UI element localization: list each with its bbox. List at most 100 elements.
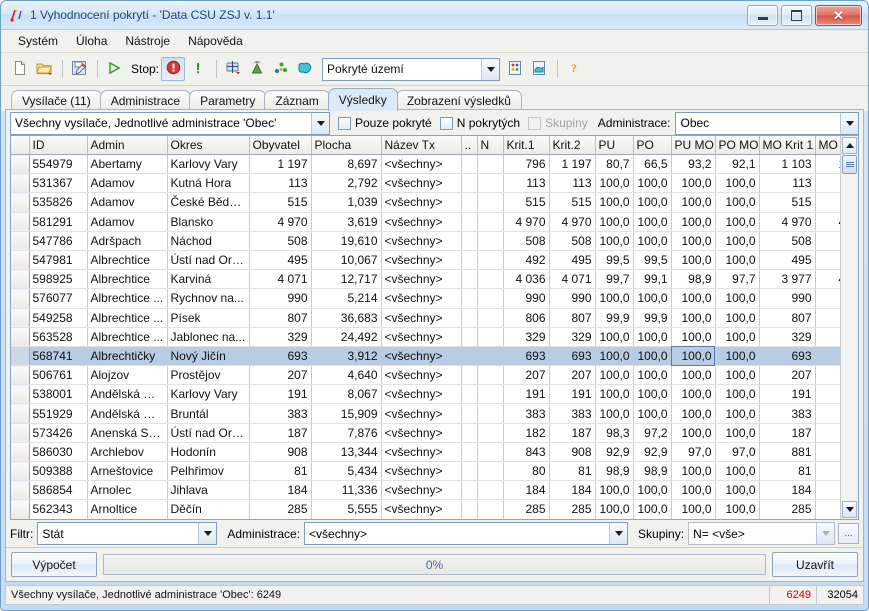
cell-obyvatel[interactable]: 4 071 (249, 270, 311, 289)
column-header-plocha[interactable]: Plocha (311, 136, 381, 155)
cell-mark[interactable] (11, 366, 29, 385)
cell-krit1[interactable]: 4 970 (503, 212, 549, 231)
cell-dots[interactable] (461, 250, 477, 269)
cell-po[interactable]: 66,5 (633, 155, 671, 174)
cell-mokrit2[interactable]: 113 (815, 174, 840, 193)
cell-krit2[interactable]: 81 (549, 462, 595, 481)
cell-po[interactable]: 100,0 (633, 212, 671, 231)
cell-id[interactable]: 563528 (29, 327, 87, 346)
cell-obyvatel[interactable]: 515 (249, 193, 311, 212)
table-row[interactable]: 576077Albrechtice ...Rychnov na...9905,2… (11, 289, 840, 308)
cell-plocha[interactable]: 1,039 (311, 193, 381, 212)
cell-pumo[interactable]: 100,0 (671, 404, 715, 423)
cell-pumo[interactable]: 100,0 (671, 174, 715, 193)
cell-dots[interactable] (461, 423, 477, 442)
cell-n[interactable] (477, 250, 503, 269)
cell-mokrit2[interactable]: 4 071 (815, 270, 840, 289)
cell-mokrit2[interactable]: 383 (815, 404, 840, 423)
cell-pomo[interactable]: 100,0 (715, 289, 759, 308)
cell-pomo[interactable]: 100,0 (715, 327, 759, 346)
cell-nazevtx[interactable]: <všechny> (381, 404, 461, 423)
help-button[interactable]: ? (563, 58, 585, 80)
cell-okres[interactable]: Hodonín (167, 442, 249, 461)
table-row[interactable]: 581291AdamovBlansko4 9703,619<všechny>4 … (11, 212, 840, 231)
cell-mark[interactable] (11, 308, 29, 327)
cell-obyvatel[interactable]: 4 970 (249, 212, 311, 231)
cell-pu[interactable]: 98,9 (595, 462, 633, 481)
cell-dots[interactable] (461, 231, 477, 250)
cell-pumo[interactable]: 100,0 (671, 193, 715, 212)
cell-pumo[interactable]: 100,0 (671, 212, 715, 231)
cell-mokrit2[interactable]: 807 (815, 308, 840, 327)
cell-plocha[interactable]: 4,640 (311, 366, 381, 385)
cell-krit2[interactable]: 191 (549, 385, 595, 404)
cell-mokrit2[interactable]: 207 (815, 366, 840, 385)
cell-mokrit2[interactable]: 81 (815, 462, 840, 481)
chevron-down-icon[interactable] (840, 113, 858, 134)
cell-plocha[interactable]: 24,492 (311, 327, 381, 346)
skupiny-combo[interactable]: N= <vše> (688, 522, 835, 545)
cell-plocha[interactable]: 5,434 (311, 462, 381, 481)
cell-krit2[interactable]: 807 (549, 308, 595, 327)
cell-krit1[interactable]: 329 (503, 327, 549, 346)
cell-mokrit2[interactable]: 508 (815, 231, 840, 250)
cell-nazevtx[interactable]: <všechny> (381, 481, 461, 500)
cell-n[interactable] (477, 385, 503, 404)
cell-mark[interactable] (11, 500, 29, 519)
cell-mark[interactable] (11, 346, 29, 365)
cell-pu[interactable]: 98,3 (595, 423, 633, 442)
close-dialog-button[interactable]: Uzavřít (772, 552, 858, 577)
cell-mark[interactable] (11, 385, 29, 404)
cell-mokrit2[interactable]: 495 (815, 250, 840, 269)
cell-n[interactable] (477, 155, 503, 174)
cell-po[interactable]: 92,9 (633, 442, 671, 461)
cell-pu[interactable]: 100,0 (595, 174, 633, 193)
cell-po[interactable]: 100,0 (633, 500, 671, 519)
cell-okres[interactable]: Jihlava (167, 481, 249, 500)
cell-mark[interactable] (11, 289, 29, 308)
cell-pu[interactable]: 99,5 (595, 250, 633, 269)
transmitter-add-button[interactable] (222, 58, 244, 80)
cell-pumo[interactable]: 100,0 (671, 366, 715, 385)
cell-mokrit1[interactable]: 191 (759, 385, 815, 404)
checkbox-n-pokrytych[interactable]: N pokrytých (440, 116, 520, 130)
cell-admin[interactable]: Albrechtice ... (87, 289, 167, 308)
cell-obyvatel[interactable]: 990 (249, 289, 311, 308)
cell-krit1[interactable]: 207 (503, 366, 549, 385)
chevron-down-icon[interactable] (311, 113, 329, 134)
tab-zaznam[interactable]: Záznam (264, 90, 329, 111)
column-header-n[interactable]: N (477, 136, 503, 155)
cell-mokrit1[interactable]: 693 (759, 346, 815, 365)
cell-n[interactable] (477, 308, 503, 327)
cell-id[interactable]: 538001 (29, 385, 87, 404)
chevron-down-icon[interactable] (481, 59, 499, 80)
cell-admin[interactable]: Abertamy (87, 155, 167, 174)
cell-dots[interactable] (461, 155, 477, 174)
cell-po[interactable]: 100,0 (633, 346, 671, 365)
cell-obyvatel[interactable]: 81 (249, 462, 311, 481)
cell-admin[interactable]: Albrechtice (87, 270, 167, 289)
scroll-track[interactable] (841, 155, 858, 500)
cell-krit1[interactable]: 796 (503, 155, 549, 174)
cell-pu[interactable]: 100,0 (595, 500, 633, 519)
cell-mokrit1[interactable]: 807 (759, 308, 815, 327)
column-header-pu[interactable]: PU (595, 136, 633, 155)
cell-obyvatel[interactable]: 113 (249, 174, 311, 193)
cell-plocha[interactable]: 5,555 (311, 500, 381, 519)
cell-obyvatel[interactable]: 508 (249, 231, 311, 250)
cell-krit2[interactable]: 187 (549, 423, 595, 442)
cell-n[interactable] (477, 231, 503, 250)
cell-po[interactable]: 97,2 (633, 423, 671, 442)
cell-dots[interactable] (461, 500, 477, 519)
cell-pu[interactable]: 100,0 (595, 193, 633, 212)
cell-po[interactable]: 100,0 (633, 193, 671, 212)
cell-obyvatel[interactable]: 191 (249, 385, 311, 404)
cell-id[interactable]: 547981 (29, 250, 87, 269)
column-header-admin[interactable]: Admin (87, 136, 167, 155)
cell-pu[interactable]: 99,7 (595, 270, 633, 289)
table-row[interactable]: 506761AlojzovProstějov2074,640<všechny>2… (11, 366, 840, 385)
cell-dots[interactable] (461, 308, 477, 327)
table-row[interactable]: 554979AbertamyKarlovy Vary1 1978,697<vše… (11, 155, 840, 174)
column-header-mokrit1[interactable]: MO Krit 1 (759, 136, 815, 155)
cell-id[interactable]: 554979 (29, 155, 87, 174)
